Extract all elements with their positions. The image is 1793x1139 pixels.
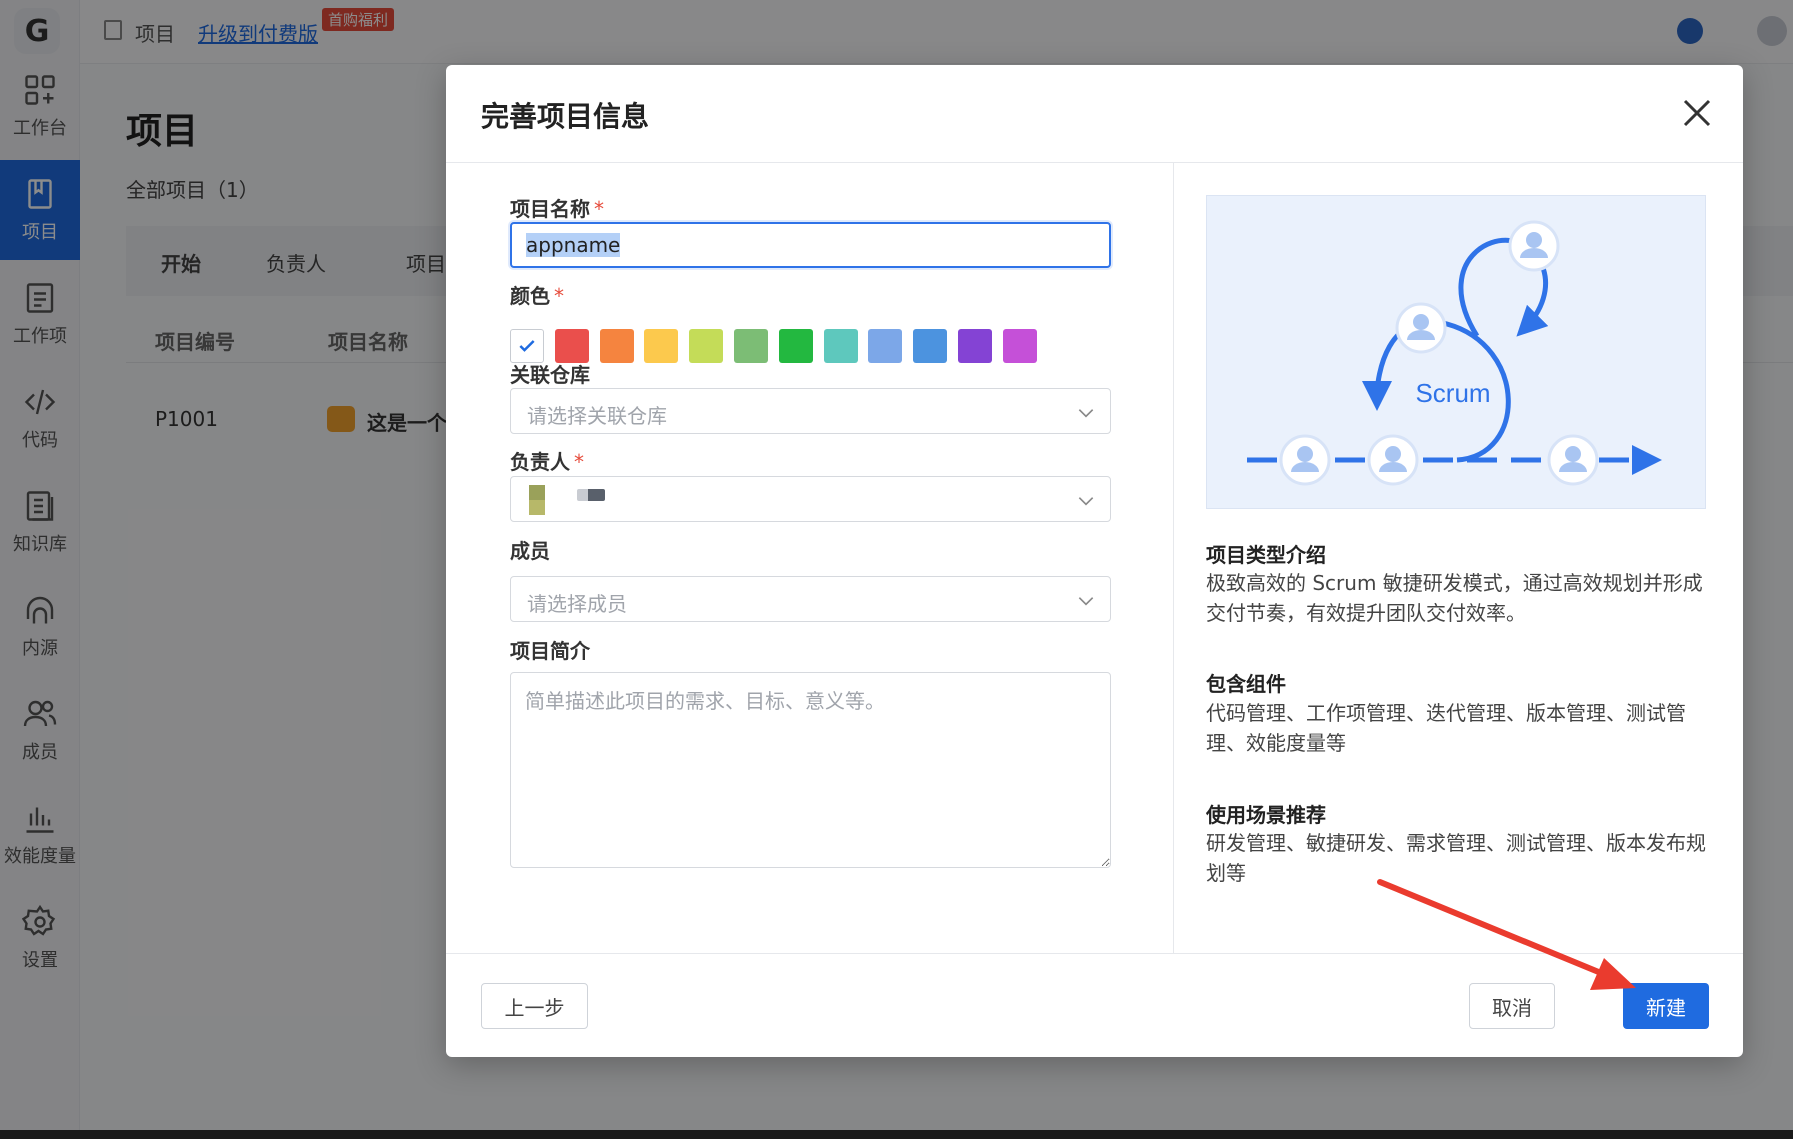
close-icon[interactable]	[1679, 95, 1715, 131]
bottom-strip	[0, 1130, 1793, 1139]
field-label-color: 颜色 *	[510, 284, 564, 308]
color-swatch[interactable]	[644, 329, 679, 363]
field-label-name: 项目名称 *	[510, 197, 604, 221]
field-label-owner: 负责人 *	[510, 450, 584, 474]
color-swatch[interactable]	[913, 329, 948, 363]
color-swatch[interactable]	[734, 329, 768, 363]
field-label-members: 成员	[510, 539, 550, 563]
color-swatch[interactable]	[554, 329, 589, 363]
previous-step-button[interactable]: 上一步	[481, 983, 588, 1029]
owner-select[interactable]	[510, 476, 1111, 522]
repo-select[interactable]: 请选择关联仓库	[510, 388, 1111, 434]
repo-placeholder: 请选择关联仓库	[527, 404, 667, 428]
create-project-dialog: 完善项目信息 项目名称* 颜色* 关联仓库 请选择关联仓库 负责人* 成员 请选…	[446, 65, 1743, 1057]
chevron-down-icon	[1078, 497, 1094, 506]
chevron-down-icon	[1078, 409, 1094, 418]
dialog-header: 完善项目信息	[446, 65, 1743, 163]
field-label-description: 项目简介	[510, 639, 590, 663]
scrum-cycle-icon: Scrum	[1247, 220, 1662, 486]
color-swatch[interactable]	[599, 329, 634, 363]
dialog-title: 完善项目信息	[481, 100, 650, 133]
info-heading: 项目类型介绍	[1206, 543, 1326, 567]
scrum-label: Scrum	[1415, 378, 1490, 408]
project-name-input[interactable]	[510, 222, 1111, 268]
members-select[interactable]: 请选择成员	[510, 576, 1111, 622]
info-heading: 使用场景推荐	[1206, 803, 1326, 827]
color-swatch[interactable]	[1002, 329, 1037, 363]
color-swatch[interactable]	[689, 329, 724, 363]
color-swatch[interactable]	[823, 329, 858, 363]
check-icon	[519, 340, 535, 352]
cancel-button[interactable]: 取消	[1469, 983, 1555, 1029]
info-text: 极致高效的 Scrum 敏捷研发模式，通过高效规划并形成交付节奏，有效提升团队交…	[1206, 571, 1703, 625]
info-text: 代码管理、工作项管理、迭代管理、版本管理、测试管理、效能度量等	[1206, 701, 1686, 755]
info-text: 研发管理、敏捷研发、需求管理、测试管理、版本发布规划等	[1206, 831, 1706, 885]
avatar	[529, 485, 545, 515]
info-heading: 包含组件	[1206, 672, 1286, 696]
color-swatch[interactable]	[958, 329, 992, 363]
create-button[interactable]: 新建	[1623, 983, 1709, 1029]
color-swatch[interactable]	[868, 329, 903, 363]
info-panel: Scrum 项目类型介绍 极致高效的 Scrum 敏捷研发模式，通过高效规划并形…	[1174, 163, 1743, 953]
owner-name-redacted	[577, 489, 605, 501]
color-swatch[interactable]	[510, 329, 544, 363]
description-textarea[interactable]	[510, 672, 1111, 868]
field-label-repo: 关联仓库	[510, 363, 590, 387]
members-placeholder: 请选择成员	[527, 592, 627, 616]
color-swatch[interactable]	[778, 329, 813, 363]
dialog-footer: 上一步 取消 新建	[446, 953, 1743, 1057]
scrum-illustration: Scrum	[1206, 195, 1706, 509]
form-panel: 项目名称* 颜色* 关联仓库 请选择关联仓库 负责人* 成员 请选择成员 项目简…	[446, 163, 1173, 953]
chevron-down-icon	[1078, 597, 1094, 606]
